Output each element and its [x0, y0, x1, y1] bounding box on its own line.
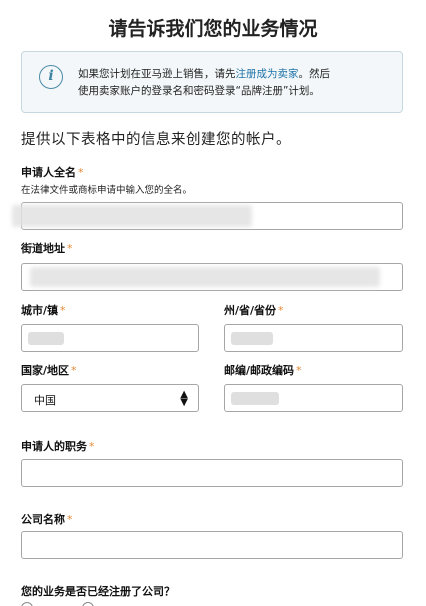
required-mark: *	[67, 242, 73, 255]
info-icon: i	[39, 65, 63, 89]
info-line1-prefix: 如果您计划在亚马逊上销售，请先	[78, 68, 236, 80]
required-mark: *	[278, 304, 284, 317]
radio-yes[interactable]	[21, 602, 33, 606]
register-seller-link[interactable]: 注册成为卖家	[236, 68, 299, 80]
postal-code-input[interactable]	[224, 384, 403, 412]
redacted-value	[12, 205, 252, 227]
required-mark: *	[67, 513, 73, 526]
state-input[interactable]	[224, 324, 403, 352]
redacted-value	[30, 267, 380, 287]
required-mark: *	[71, 364, 77, 377]
city-label: 城市/镇 *	[21, 304, 66, 317]
country-selected-value: 中国	[34, 394, 56, 407]
select-arrows-icon: ▲ ▼	[180, 389, 188, 408]
info-line2: 使用卖家账户的登录名和密码登录“品牌注册”计划。	[78, 85, 320, 97]
applicant-name-label: 申请人全名 *	[21, 166, 84, 179]
redacted-value	[28, 332, 64, 345]
redacted-value	[231, 332, 273, 345]
country-select[interactable]: 中国 ▲ ▼	[21, 384, 199, 412]
state-label: 州/省/省份 *	[224, 304, 284, 317]
applicant-title-label: 申请人的职务 *	[21, 440, 95, 453]
applicant-name-hint: 在法律文件或商标申请中输入您的全名。	[21, 185, 193, 196]
city-input[interactable]	[21, 324, 199, 352]
form-intro: 提供以下表格中的信息来创建您的帐户。	[21, 132, 291, 148]
info-text: 如果您计划在亚马逊上销售，请先注册成为卖家。然后 使用卖家账户的登录名和密码登录…	[78, 66, 398, 100]
page-title: 请告诉我们您的业务情况	[108, 18, 318, 40]
country-label: 国家/地区 *	[21, 364, 77, 377]
street-address-label: 街道地址 *	[21, 242, 73, 255]
required-mark: *	[89, 440, 95, 453]
info-banner: i 如果您计划在亚马逊上销售，请先注册成为卖家。然后 使用卖家账户的登录名和密码…	[21, 51, 403, 113]
postal-code-label: 邮编/邮政编码 *	[224, 364, 302, 377]
radio-no[interactable]	[82, 602, 94, 606]
redacted-value	[231, 392, 279, 405]
info-line1-suffix: 。然后	[298, 68, 331, 80]
applicant-title-input[interactable]	[21, 459, 403, 487]
company-name-input[interactable]	[21, 531, 403, 559]
street-address-input[interactable]	[21, 263, 403, 291]
applicant-name-input[interactable]	[12, 202, 403, 230]
required-mark: *	[60, 304, 66, 317]
company-registered-question: 您的业务是否已经注册了公司？	[21, 585, 175, 598]
required-mark: *	[78, 166, 84, 179]
required-mark: *	[296, 364, 302, 377]
company-name-label: 公司名称 *	[21, 513, 73, 526]
